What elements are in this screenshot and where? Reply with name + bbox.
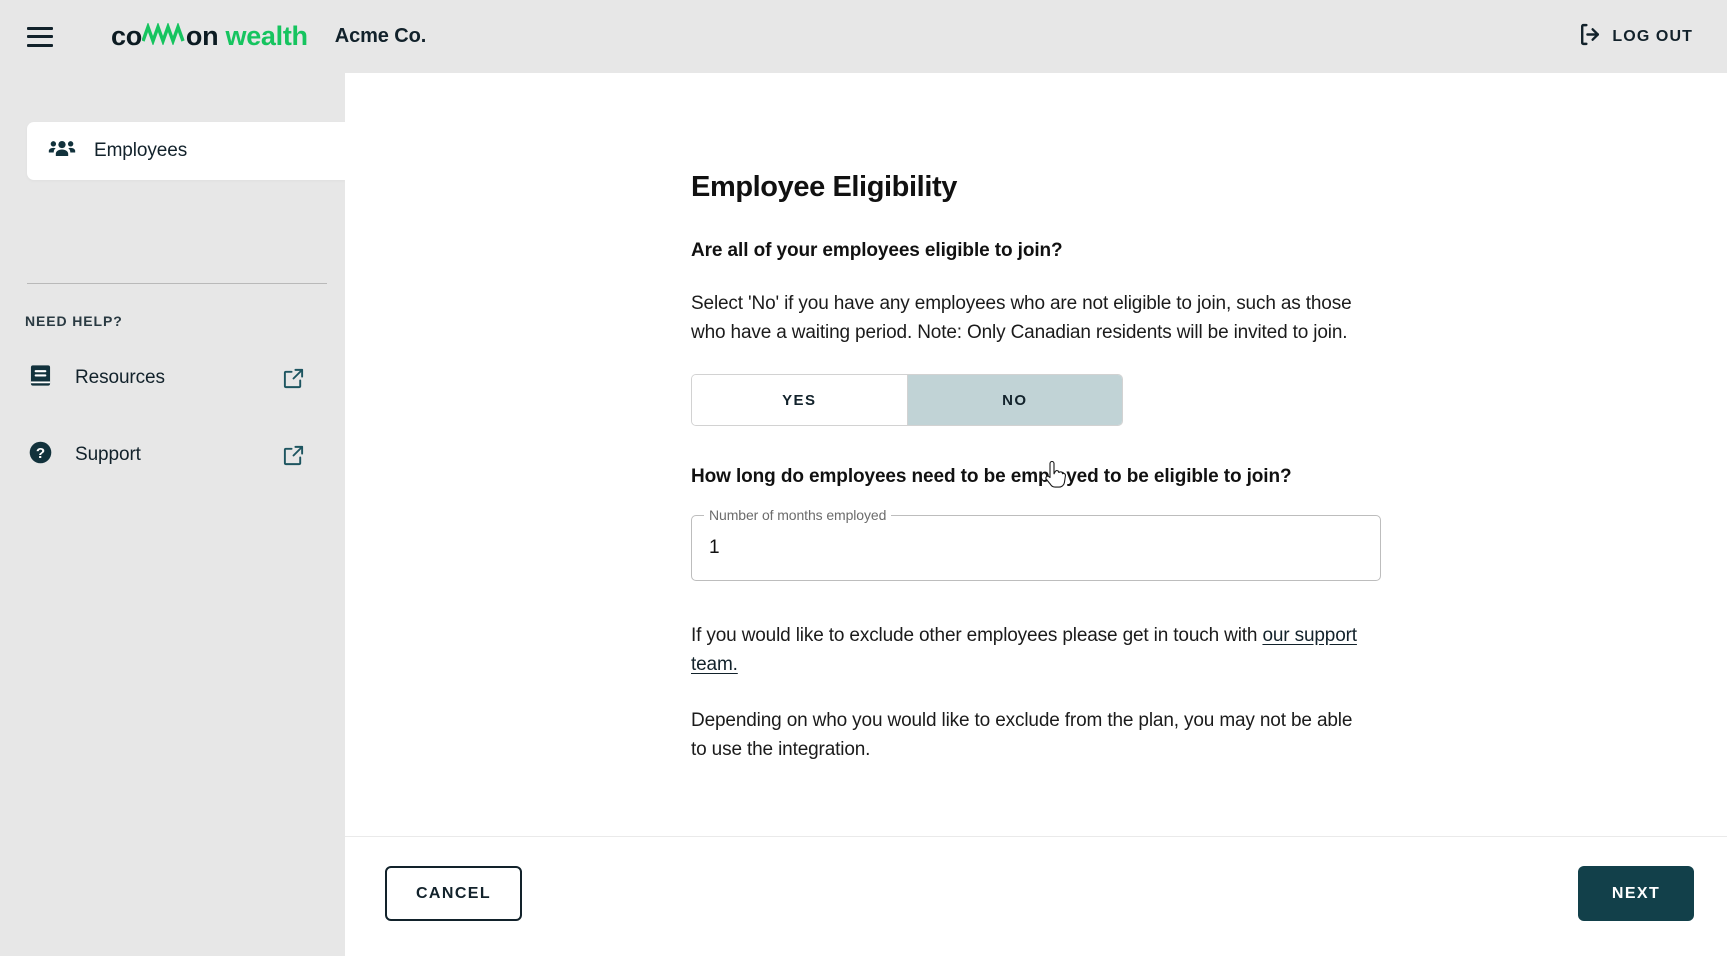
sidebar-item-label: Employees — [94, 140, 187, 162]
need-help-heading: NEED HELP? — [25, 313, 123, 329]
sidebar-item-label: Support — [72, 444, 264, 466]
eligibility-description: Select 'No' if you have any employees wh… — [691, 289, 1363, 347]
toggle-option-no[interactable]: NO — [907, 375, 1123, 425]
page-title: Employee Eligibility — [691, 171, 1391, 204]
eligibility-toggle-group: YES NO — [691, 374, 1123, 426]
sidebar: Employees NEED HELP? Resources — [0, 73, 345, 956]
support-paragraph: If you would like to exclude other emplo… — [691, 621, 1363, 679]
months-employed-label: Number of months employed — [704, 506, 891, 524]
hamburger-menu-icon[interactable] — [27, 27, 53, 47]
hamburger-bar — [27, 35, 53, 38]
logout-label: LOG OUT — [1612, 28, 1693, 46]
brand-logo[interactable]: co on wealth — [111, 21, 308, 52]
brand-suffix: wealth — [226, 21, 308, 52]
form-content: Employee Eligibility Are all of your emp… — [345, 73, 1727, 836]
form-inner: Employee Eligibility Are all of your emp… — [691, 171, 1391, 791]
sidebar-divider — [27, 283, 327, 284]
external-link-icon[interactable] — [282, 367, 305, 390]
next-button[interactable]: NEXT — [1578, 866, 1694, 921]
sidebar-item-resources[interactable]: Resources — [27, 356, 327, 400]
sidebar-item-label: Resources — [72, 367, 264, 389]
hamburger-bar — [27, 44, 53, 47]
app-root: co on wealth Acme Co. LOG OUT — [0, 0, 1727, 956]
people-icon — [48, 135, 76, 168]
svg-text:?: ? — [36, 445, 45, 462]
months-employed-field[interactable]: Number of months employed 1 — [691, 515, 1381, 581]
sidebar-item-support[interactable]: ? Support — [27, 433, 327, 477]
external-link-icon[interactable] — [282, 444, 305, 467]
months-employed-value[interactable]: 1 — [709, 537, 720, 559]
question-circle-icon: ? — [27, 439, 54, 471]
question-eligible-label: Are all of your employees eligible to jo… — [691, 240, 1391, 262]
question-months-label: How long do employees need to be employe… — [691, 466, 1391, 488]
field-outline — [691, 515, 1381, 581]
support-text: If you would like to exclude other emplo… — [691, 625, 1262, 646]
main-panel: Employee Eligibility Are all of your emp… — [345, 73, 1727, 956]
cancel-button[interactable]: CANCEL — [385, 866, 522, 921]
logout-button[interactable]: LOG OUT — [1577, 22, 1693, 52]
brand-middle: on — [186, 21, 218, 52]
sidebar-item-employees[interactable]: Employees — [27, 122, 345, 180]
book-icon — [27, 362, 54, 394]
company-name: Acme Co. — [335, 25, 426, 48]
hamburger-bar — [27, 27, 53, 30]
brand-zigzag-icon — [142, 21, 186, 52]
brand-prefix: co — [111, 21, 142, 52]
footer-bar: CANCEL NEXT — [345, 837, 1727, 956]
integration-description: Depending on who you would like to exclu… — [691, 706, 1363, 764]
top-bar: co on wealth Acme Co. LOG OUT — [0, 0, 1727, 73]
toggle-option-yes[interactable]: YES — [692, 375, 907, 425]
logout-icon — [1577, 22, 1602, 52]
